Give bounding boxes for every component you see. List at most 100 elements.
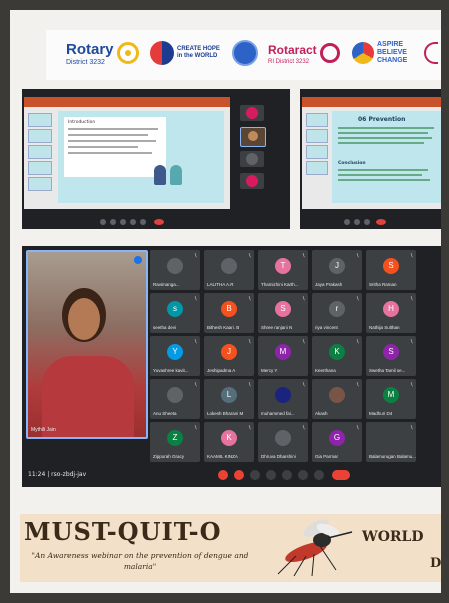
slide-thumb[interactable] xyxy=(28,145,52,159)
mosquito-icon xyxy=(277,519,353,577)
camera-button[interactable] xyxy=(354,219,360,225)
district-seal-icon xyxy=(232,40,258,66)
participant-tile[interactable]: ∖ Anu Sheeta xyxy=(150,379,200,419)
camera-button[interactable] xyxy=(110,219,116,225)
participant-tile[interactable]: S ∖ Shree ranjani N xyxy=(258,293,308,333)
slide-thumb[interactable] xyxy=(28,113,52,127)
mic-off-button[interactable] xyxy=(218,470,228,480)
participant-name: Anu Sheeta xyxy=(153,411,177,416)
participant-tile[interactable]: K ∖ KAAMIL KINZA xyxy=(204,422,254,462)
raise-hand-button[interactable] xyxy=(298,470,308,480)
aspire-line3: CHANGE xyxy=(377,57,408,64)
participant-tile[interactable]: M ∖ Madhuri D4 xyxy=(366,379,416,419)
slide-thumb[interactable] xyxy=(306,161,328,175)
participant-avatar: J xyxy=(221,344,237,360)
rotaract-logo: Rotaract RI District 3232 xyxy=(268,38,340,68)
participant-tile[interactable]: ∖ Akash xyxy=(312,379,362,419)
participant-tile[interactable]: ∖ Ravimanga... xyxy=(150,250,200,290)
slide-thumb[interactable] xyxy=(28,129,52,143)
participant-tile[interactable]: S ∖ Swetha Tamil se... xyxy=(366,336,416,376)
participant-tile[interactable]: ∖ LALITHA A.R xyxy=(204,250,254,290)
participant-tile[interactable]: G ∖ Gia Parmar xyxy=(312,422,362,462)
present-button[interactable] xyxy=(282,470,292,480)
participant-avatar: G xyxy=(329,430,345,446)
slide-thumb[interactable] xyxy=(28,161,52,175)
participant-avatar: J xyxy=(329,258,345,274)
district-seal-logo xyxy=(232,38,258,68)
participant-tile[interactable]: Z ∖ Zipporah Gracy xyxy=(150,422,200,462)
captions-button[interactable] xyxy=(250,470,260,480)
mic-off-icon: ∖ xyxy=(409,296,413,302)
participant-name: Ravimanga... xyxy=(153,282,180,287)
slide-heading: Introduction xyxy=(68,120,96,125)
participant-tile[interactable]: M ∖ Mercy Y xyxy=(258,336,308,376)
participant-tile[interactable]: K ∖ Keerthana xyxy=(312,336,362,376)
participant-name: Thamizhini Karth... xyxy=(261,282,299,287)
emoji-button[interactable] xyxy=(266,470,276,480)
slide-thumb[interactable] xyxy=(306,129,328,143)
meet-screen-left: Introduction xyxy=(22,89,290,229)
participant-tile[interactable]: J ∖ Jeshipadma A xyxy=(204,336,254,376)
participant-tile[interactable]: ∖ muhammed fai... xyxy=(258,379,308,419)
participant-tile[interactable]: J ∖ Jaya Prakash xyxy=(312,250,362,290)
participant-tile xyxy=(240,173,264,189)
mic-off-icon: ∖ xyxy=(355,425,359,431)
mic-off-icon: ∖ xyxy=(247,253,251,259)
participant-tile[interactable]: T ∖ Thamizhini Karth... xyxy=(258,250,308,290)
mic-off-icon: ∖ xyxy=(355,296,359,302)
participant-tile[interactable]: L ∖ Lokesh Bharani M xyxy=(204,379,254,419)
leave-call-button[interactable] xyxy=(376,219,386,225)
ppt-ribbon xyxy=(302,97,441,107)
slide-thumb[interactable] xyxy=(306,145,328,159)
mic-off-icon: ∖ xyxy=(301,425,305,431)
mic-button[interactable] xyxy=(100,219,106,225)
more-options-button[interactable] xyxy=(314,470,324,480)
leave-call-button[interactable] xyxy=(154,219,164,225)
mic-off-icon: ∖ xyxy=(409,425,413,431)
participant-tile[interactable]: ∖ Balamurugan Balamu... raised a hand xyxy=(366,422,416,462)
mic-off-icon: ∖ xyxy=(193,382,197,388)
mic-off-icon: ∖ xyxy=(355,253,359,259)
participant-name: Sritha Raman xyxy=(369,282,397,287)
mic-off-icon: ∖ xyxy=(409,253,413,259)
mic-button[interactable] xyxy=(344,219,350,225)
participant-name: KAAMIL KINZA xyxy=(207,454,238,459)
mic-off-icon: ∖ xyxy=(355,339,359,345)
screenshot-frame: Rotary District 3232 CREATE HOPE in the WO… xyxy=(0,0,449,603)
speaker-name: Mythili Jain xyxy=(31,427,56,433)
participant-tile[interactable]: r ∖ riya vincent xyxy=(312,293,362,333)
camera-off-button[interactable] xyxy=(234,470,244,480)
create-hope-line2: in the WORLD xyxy=(177,53,218,59)
participant-tile xyxy=(240,105,264,121)
meet-main-grid: Mythili Jain ∖ Ravimanga... ∖ LALITHA A.R T ∖… xyxy=(22,246,441,463)
slide-thumb[interactable] xyxy=(306,113,328,127)
participant-tile[interactable]: S ∖ Sritha Raman xyxy=(366,250,416,290)
participant-avatar: Z xyxy=(167,430,183,446)
active-speaker-tile[interactable]: Mythili Jain xyxy=(26,250,148,439)
illustration-person xyxy=(154,165,166,185)
rotaract-wheel-icon xyxy=(319,43,340,63)
slide-subheading: Conclusion xyxy=(338,161,366,166)
mic-off-icon: ∖ xyxy=(193,253,197,259)
participant-name: muhammed fai... xyxy=(261,411,295,416)
mic-off-icon: ∖ xyxy=(355,382,359,388)
mic-off-icon: ∖ xyxy=(247,382,251,388)
participant-tile[interactable]: Y ∖ Yuvashree kavit... xyxy=(150,336,200,376)
mic-off-icon: ∖ xyxy=(193,339,197,345)
slide-thumb[interactable] xyxy=(28,177,52,191)
present-button[interactable] xyxy=(130,219,136,225)
participant-avatar xyxy=(329,387,345,403)
create-hope-icon xyxy=(150,41,174,65)
participant-tile[interactable]: B ∖ Bithesh Kaari. B xyxy=(204,293,254,333)
captions-button[interactable] xyxy=(120,219,126,225)
current-slide: Introduction xyxy=(58,111,224,203)
slide-heading: 06 Prevention xyxy=(358,116,406,123)
participant-name: Balamurugan Balamu... raised a hand xyxy=(369,454,416,459)
participant-tile[interactable]: H ∖ Nathija Sulthan xyxy=(366,293,416,333)
participant-tile[interactable]: s ∖ seetha devi xyxy=(150,293,200,333)
participant-name: Keerthana xyxy=(315,368,336,373)
raise-hand-button[interactable] xyxy=(140,219,146,225)
present-button[interactable] xyxy=(364,219,370,225)
participant-tile[interactable]: ∖ Dhruva Dharshini xyxy=(258,422,308,462)
leave-call-button[interactable] xyxy=(332,470,350,480)
